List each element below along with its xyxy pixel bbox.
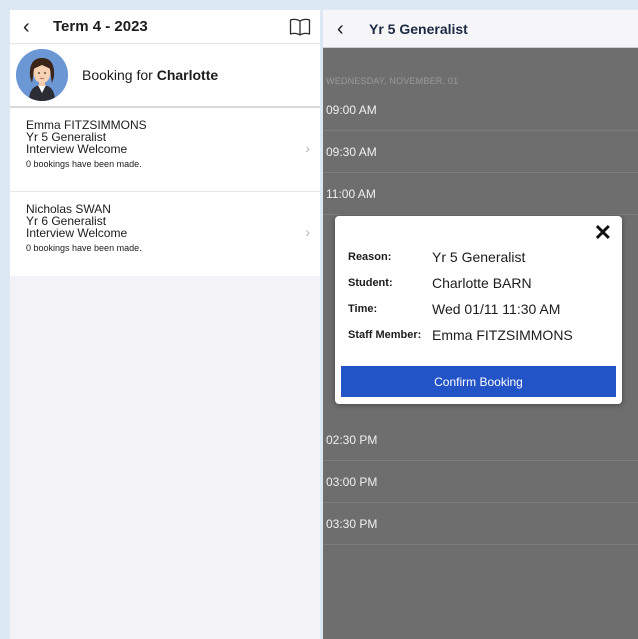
- staff-member-label: Staff Member:: [348, 329, 422, 341]
- booking-confirm-dialog: ✕ Reason: Yr 5 Generalist Student: Charl…: [335, 216, 622, 404]
- student-value: Charlotte BARN: [432, 275, 532, 291]
- term-header: ‹ Term 4 - 2023: [10, 10, 320, 44]
- term-panel: ‹ Term 4 - 2023 Booking for Charlotte Em…: [10, 10, 320, 639]
- book-open-icon[interactable]: [289, 17, 311, 37]
- staff-member-value: Emma FITZSIMMONS: [432, 327, 573, 343]
- time-slot[interactable]: 03:00 PM: [323, 461, 638, 503]
- booking-for-label: Booking for Charlotte: [82, 67, 219, 83]
- time-slot[interactable]: 02:30 PM: [323, 419, 638, 461]
- staff-list: Emma FITZSIMMONS Yr 5 Generalist Intervi…: [10, 108, 320, 276]
- staff-row-emma[interactable]: Emma FITZSIMMONS Yr 5 Generalist Intervi…: [10, 108, 320, 192]
- reason-value: Yr 5 Generalist: [432, 249, 526, 265]
- interview-type: Interview Welcome: [26, 226, 128, 240]
- booking-for-banner: Booking for Charlotte: [10, 44, 320, 108]
- student-row: Student: Charlotte BARN: [348, 275, 532, 291]
- date-heading: WEDNESDAY, NOVEMBER, 01: [326, 76, 459, 86]
- time-row: Time: Wed 01/11 11:30 AM: [348, 301, 560, 317]
- student-label: Student:: [348, 277, 393, 289]
- student-name: Charlotte: [156, 67, 219, 83]
- interview-type: Interview Welcome: [26, 142, 128, 156]
- confirm-booking-button[interactable]: Confirm Booking: [341, 366, 616, 397]
- close-icon[interactable]: ✕: [594, 222, 612, 244]
- time-value: Wed 01/11 11:30 AM: [432, 301, 561, 317]
- staff-member-row: Staff Member: Emma FITZSIMMONS: [348, 327, 573, 343]
- chevron-left-icon[interactable]: ‹: [23, 17, 41, 37]
- chevron-right-icon: ›: [305, 224, 310, 240]
- time-slot[interactable]: 03:30 PM: [323, 503, 638, 545]
- time-slot[interactable]: 09:00 AM: [323, 89, 638, 131]
- avatar: [16, 49, 68, 101]
- time-label: Time:: [348, 303, 378, 315]
- reason-label: Reason:: [348, 251, 392, 263]
- page-title: Term 4 - 2023: [53, 18, 148, 35]
- timeslot-title: Yr 5 Generalist: [369, 20, 468, 37]
- time-slot[interactable]: 09:30 AM: [323, 131, 638, 173]
- booking-count: 0 bookings have been made.: [26, 243, 142, 253]
- chevron-right-icon: ›: [305, 140, 310, 156]
- timeslot-header: ‹ Yr 5 Generalist: [323, 10, 638, 48]
- booking-count: 0 bookings have been made.: [26, 159, 142, 169]
- staff-row-nicholas[interactable]: Nicholas SWAN Yr 6 Generalist Interview …: [10, 192, 320, 276]
- chevron-left-icon[interactable]: ‹: [337, 19, 355, 39]
- time-slot[interactable]: 11:00 AM: [323, 173, 638, 215]
- reason-row: Reason: Yr 5 Generalist: [348, 249, 525, 265]
